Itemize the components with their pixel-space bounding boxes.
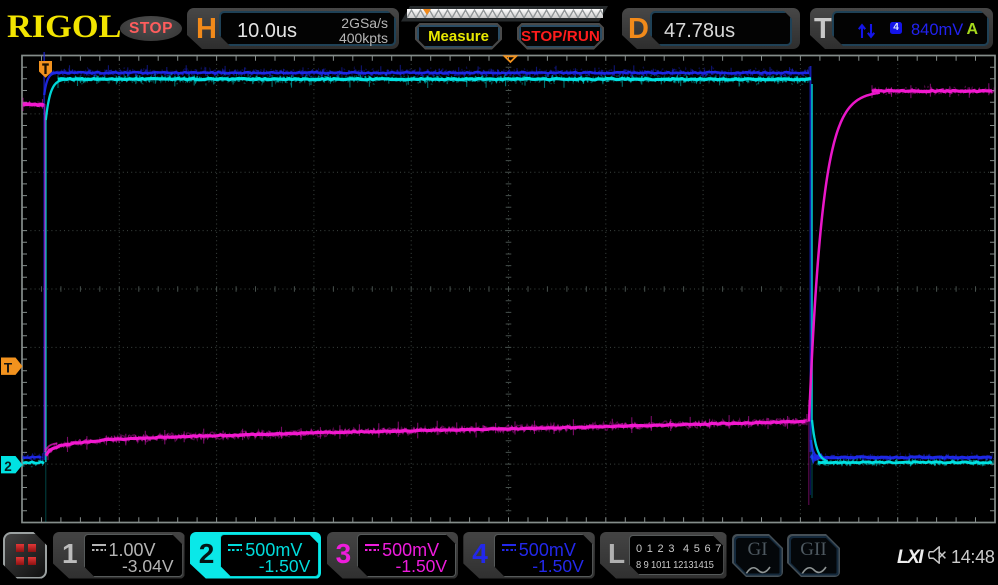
svg-text:T: T [4, 361, 13, 376]
svg-text:2: 2 [4, 459, 12, 474]
